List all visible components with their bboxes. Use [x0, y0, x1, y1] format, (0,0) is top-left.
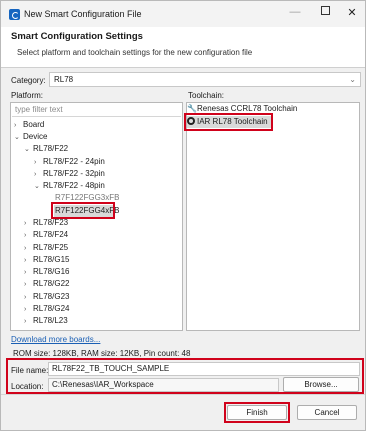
category-label: Category: [11, 76, 46, 85]
category-value: RL78 [54, 75, 74, 84]
tree-label: RL78/G24 [33, 304, 70, 313]
tree-item-device[interactable]: ⌄ Device [14, 131, 47, 143]
cancel-button[interactable]: Cancel [297, 405, 357, 420]
filter-input[interactable]: type filter text [12, 104, 181, 117]
toolchain-list-panel [186, 102, 360, 331]
tree-label: RL78/L23 [33, 316, 68, 325]
header-title: Smart Configuration Settings [11, 31, 143, 42]
tree-item-rl78-f24[interactable]: › RL78/F24 [24, 229, 68, 241]
tree-label: RL78/F22 - 32pin [43, 169, 105, 178]
title-bar: New Smart Configuration File — ✕ [1, 1, 365, 27]
header-description: Select platform and toolchain settings f… [17, 48, 253, 57]
tree-item-board[interactable]: › Board [14, 119, 44, 131]
toolchain-label: Toolchain: [188, 91, 225, 100]
tree-item-rl78-f23[interactable]: › RL78/F23 [24, 217, 68, 229]
category-select[interactable]: RL78 ⌄ [49, 72, 361, 87]
dialog-header: Smart Configuration Settings Select plat… [1, 27, 365, 67]
tree-label: RL78/F23 [33, 218, 69, 227]
header-divider [1, 67, 365, 68]
tree-item-rl78-f25[interactable]: › RL78/F25 [24, 242, 68, 254]
maximize-icon [320, 6, 330, 15]
tree-label: RL78/G16 [33, 267, 70, 276]
chevron-right-icon: › [24, 232, 27, 239]
app-icon [9, 9, 20, 20]
highlight-box-finish [224, 402, 290, 423]
footer-divider [1, 394, 365, 395]
tree-item-f22-32pin[interactable]: › RL78/F22 - 32pin [34, 168, 105, 180]
tree-label: RL78/G22 [33, 279, 70, 288]
chevron-right-icon: › [24, 281, 27, 288]
tree-label: RL78/F22 [33, 144, 69, 153]
tree-item-rl78-g24[interactable]: › RL78/G24 [24, 303, 69, 315]
chevron-down-icon: ⌄ [14, 134, 20, 141]
minimize-button[interactable]: — [285, 6, 305, 18]
window-title: New Smart Configuration File [24, 9, 142, 19]
tree-label: R7F122FGG3xFB [55, 193, 120, 202]
tree-label: Board [23, 120, 45, 129]
tree-item-f22-24pin[interactable]: › RL78/F22 - 24pin [34, 156, 105, 168]
tree-item-f22-48pin[interactable]: ⌄ RL78/F22 - 48pin [34, 180, 105, 192]
tree-item-rl78-g15[interactable]: › RL78/G15 [24, 254, 69, 266]
dialog-window: New Smart Configuration File — ✕ Smart C… [0, 0, 366, 431]
tree-item-rl78-f22[interactable]: ⌄ RL78/F22 [24, 143, 68, 155]
chevron-down-icon: ⌄ [34, 183, 40, 190]
device-info: ROM size: 128KB, RAM size: 12KB, Pin cou… [13, 349, 191, 358]
highlight-box-toolchain [184, 113, 273, 131]
download-boards-link[interactable]: Download more boards... [11, 335, 100, 344]
platform-label: Platform: [11, 91, 44, 100]
tree-label: RL78/G23 [33, 292, 70, 301]
chevron-down-icon: ⌄ [349, 75, 356, 84]
chevron-right-icon: › [24, 318, 27, 325]
chevron-down-icon: ⌄ [24, 146, 30, 153]
tree-label: RL78/G15 [33, 255, 70, 264]
highlight-box-file [6, 358, 364, 394]
maximize-button[interactable] [315, 6, 335, 18]
toolchain-label-text: Renesas CCRL78 Toolchain [197, 104, 298, 113]
tree-label: RL78/F24 [33, 230, 69, 239]
tree-item-rl78-g22[interactable]: › RL78/G22 [24, 278, 69, 290]
close-button[interactable]: ✕ [342, 6, 362, 19]
tree-item-rl78-l23[interactable]: › RL78/L23 [24, 315, 68, 327]
tree-label: RL78/F25 [33, 243, 69, 252]
tree-label: RL78/F22 - 24pin [43, 157, 105, 166]
tree-item-rl78-g16[interactable]: › RL78/G16 [24, 266, 69, 278]
tree-label: Device [23, 132, 48, 141]
tree-item-rl78-g23[interactable]: › RL78/G23 [24, 291, 69, 303]
tree-label: RL78/F22 - 48pin [43, 181, 105, 190]
